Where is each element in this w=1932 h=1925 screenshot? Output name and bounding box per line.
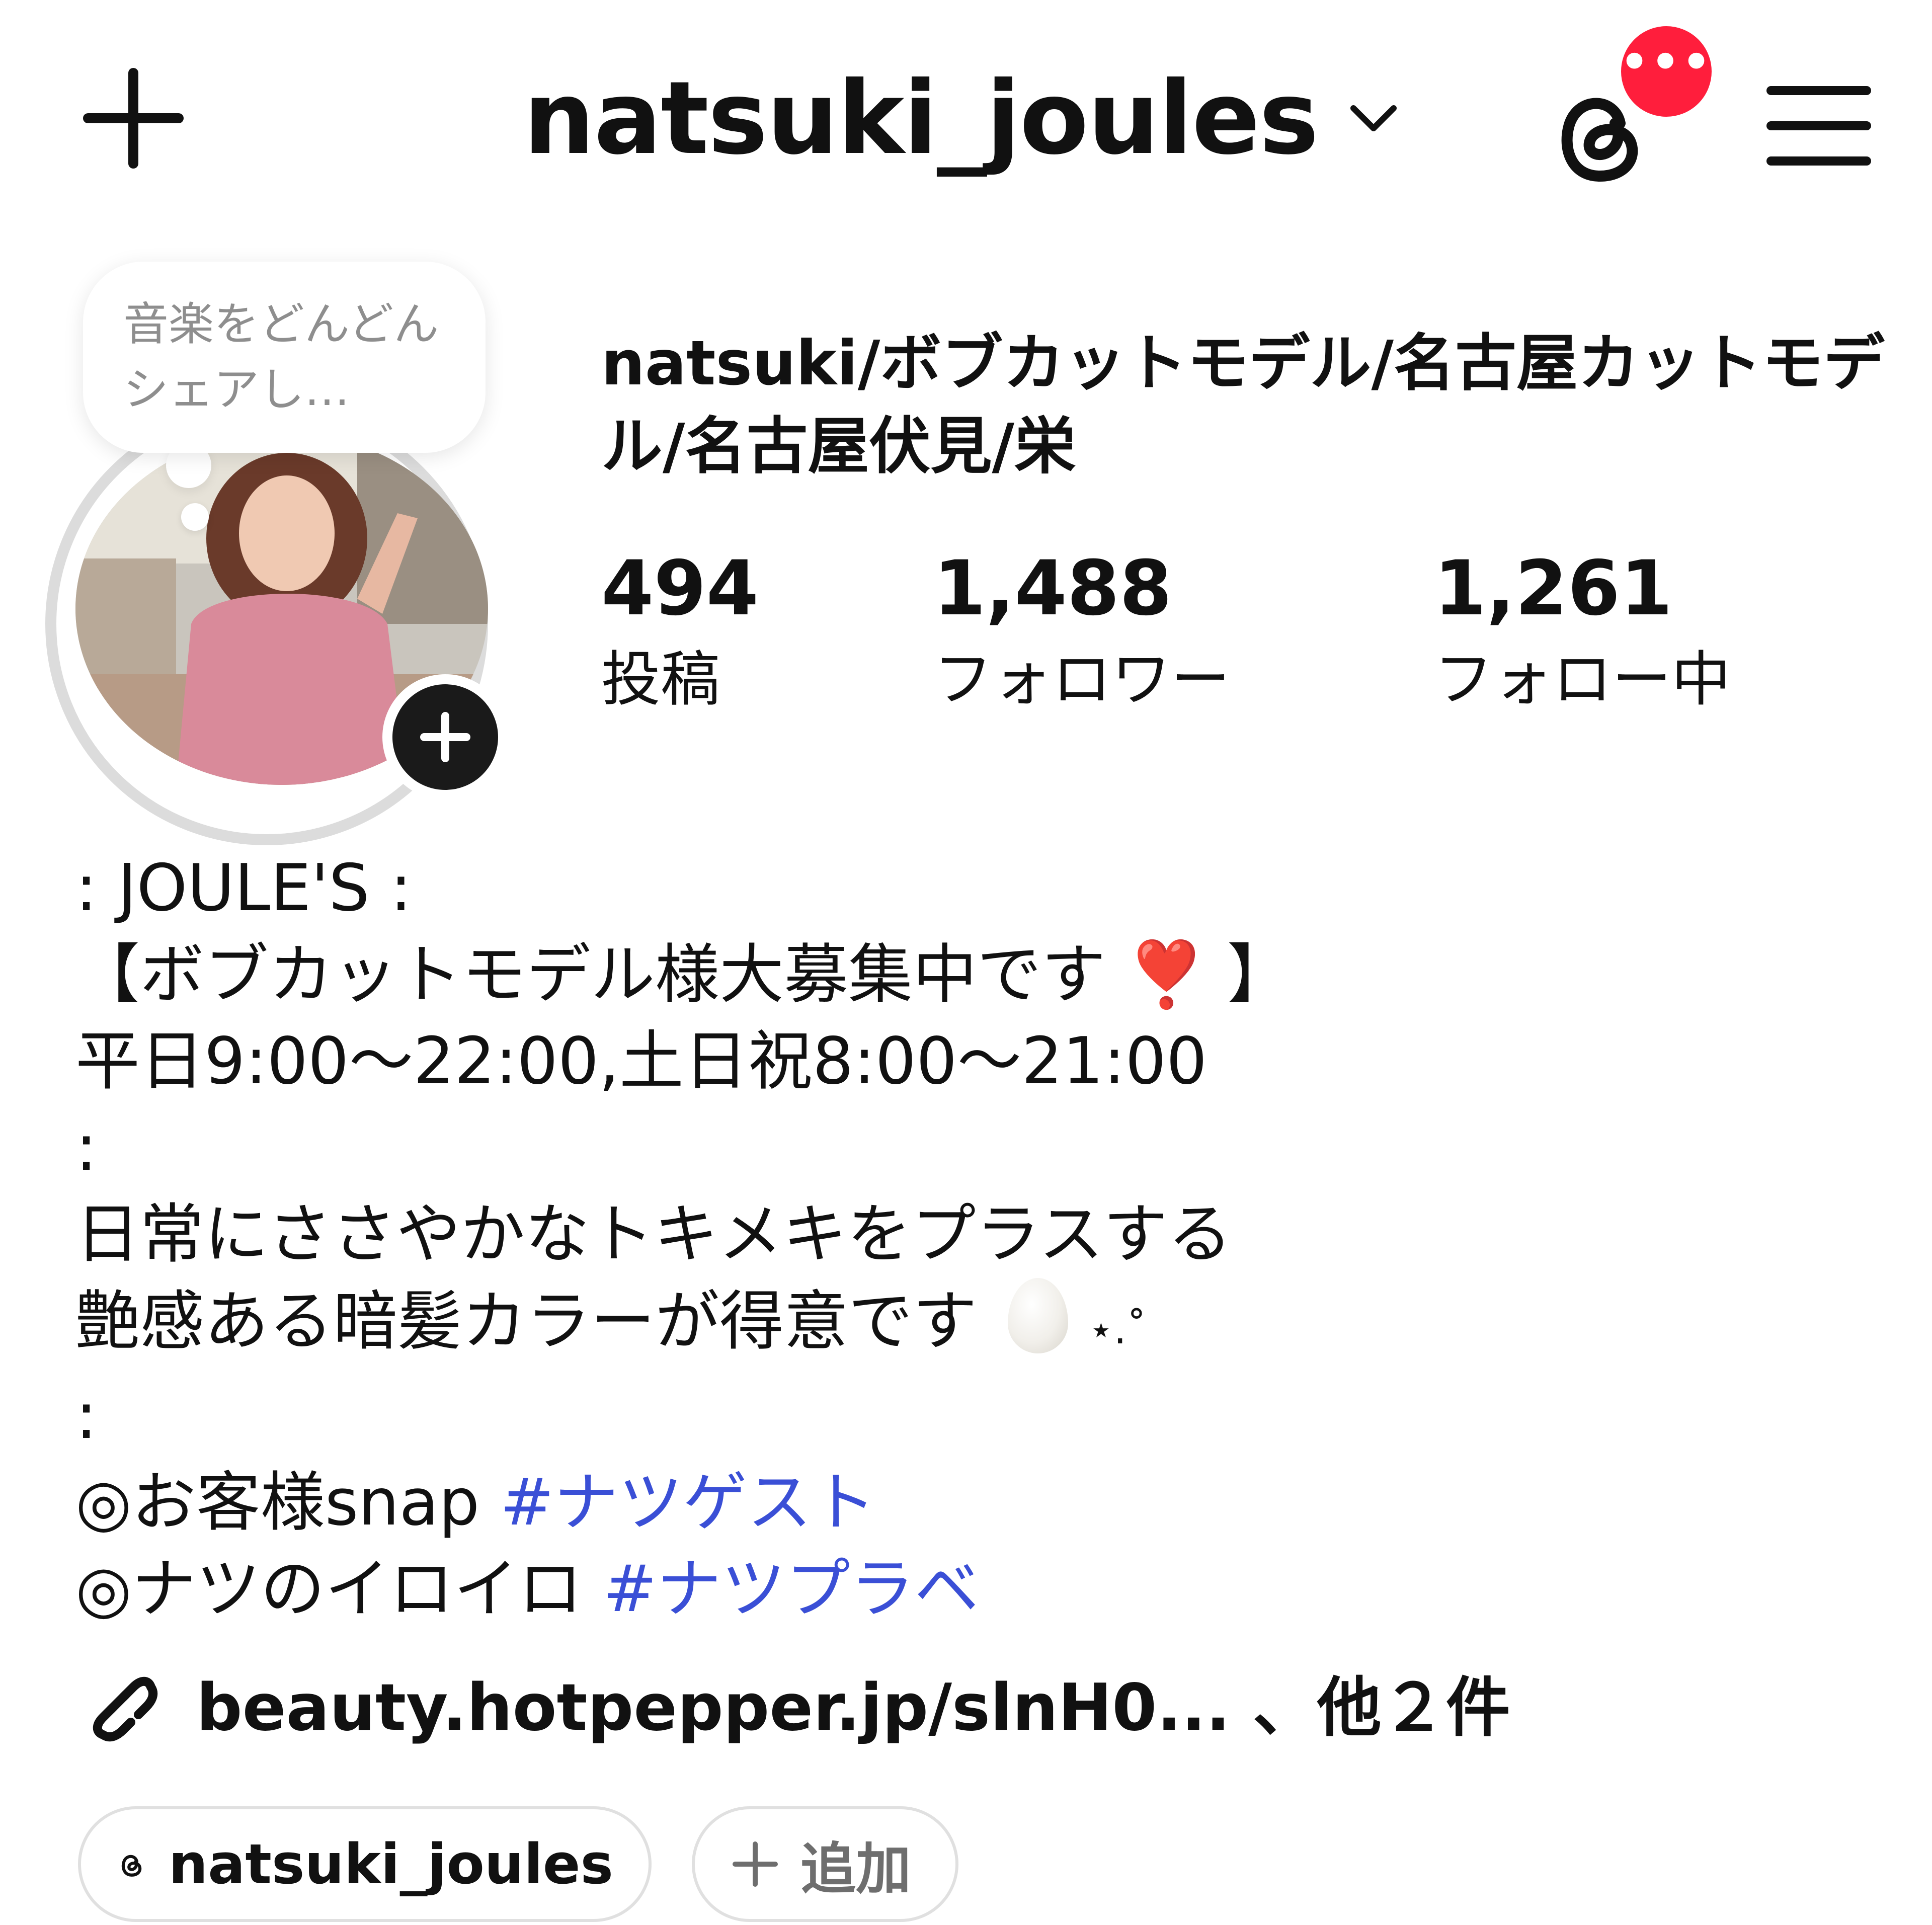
note-text: 音楽をどんどんシェアし… [123, 298, 439, 416]
account-switcher[interactable]: natsuki_joules [523, 59, 1404, 177]
add-story-button[interactable] [382, 674, 508, 800]
bio-line: : [75, 1379, 98, 1454]
threads-handle: natsuki_joules [168, 1832, 613, 1896]
hamburger-menu-icon [1766, 86, 1871, 166]
add-label: 追加 [800, 1837, 911, 1901]
bio-text: ◎お客様snap [75, 1465, 500, 1540]
posts-count: 494 [601, 545, 759, 632]
threads-icon [121, 1855, 142, 1877]
plus-icon [83, 68, 184, 169]
bio-text: 】 [1227, 937, 1292, 1012]
followers-count: 1,488 [933, 545, 1172, 632]
bio-line: 艶感ある暗髪カラーが得意です ⋆.˚ [75, 1278, 1786, 1373]
bio-line: 【ボブカットモデル様大募集中です ❣️ 】 [75, 932, 1786, 1018]
bio-line: : JOULE'S : [75, 851, 412, 926]
stat-posts: 494 投稿 [601, 543, 759, 719]
bio-line: 日常にささやかなトキメキをプラスする [75, 1197, 1232, 1272]
external-link[interactable]: beauty.hotpepper.jp/slnH0... 、他２件 [75, 1655, 1510, 1748]
plus-icon [420, 712, 470, 762]
notification-badge[interactable]: ••• [1615, 20, 1718, 123]
hashtag-link[interactable]: #ナツプラベ [603, 1552, 979, 1627]
bio-line: 平日9:00～22:00,土日祝8:00～21:00 [75, 1024, 1208, 1099]
note-bubble[interactable]: 音楽をどんどんシェアし… [83, 262, 486, 453]
note-bubble-tail-small [181, 503, 209, 531]
display-name: natsuki/ボブカットモデル/名古屋カットモデル/名古屋伏見/栄 [601, 328, 1885, 482]
create-button[interactable] [75, 60, 191, 176]
bio-text: ◎ナツのイロイロ [75, 1552, 603, 1627]
following-label: フォロー中 [1434, 645, 1731, 714]
following-count: 1,261 [1434, 545, 1673, 632]
threads-profile-chip[interactable]: natsuki_joules [78, 1806, 652, 1922]
bio-text: 【ボブカットモデル様大募集中です [75, 937, 1106, 1012]
posts-label: 投稿 [601, 645, 720, 714]
link-icon [93, 1676, 158, 1741]
bio: : JOULE'S : 【ボブカットモデル様大募集中です ❣️ 】 平日9:00… [75, 845, 1786, 1633]
bio-text: 艶感ある暗髪カラーが得意です [75, 1284, 978, 1359]
bio-line: : [75, 1110, 98, 1185]
bio-line: ◎お客様snap #ナツゲスト [75, 1460, 1786, 1546]
add-chip-button[interactable]: 追加 [692, 1806, 958, 1922]
hashtag-link[interactable]: #ナツゲスト [500, 1465, 876, 1540]
more-dots-icon: ••• [1620, 36, 1713, 89]
stat-followers[interactable]: 1,488 フォロワー [933, 543, 1230, 719]
bio-line: ◎ナツのイロイロ #ナツプラベ [75, 1546, 1786, 1633]
stat-following[interactable]: 1,261 フォロー中 [1434, 543, 1731, 719]
heart-exclamation-emoji: ❣️ [1126, 937, 1207, 1012]
menu-button[interactable] [1761, 75, 1877, 176]
egg-emoji-icon [1007, 1278, 1068, 1353]
chevron-down-icon [1350, 105, 1397, 131]
followers-label: フォロワー [933, 645, 1231, 714]
link-text: beauty.hotpepper.jp/slnH0... 、他２件 [196, 1670, 1510, 1745]
plus-icon [733, 1841, 778, 1887]
sparkle-text: ⋆.˚ [1088, 1306, 1147, 1353]
profile-username: natsuki_joules [523, 59, 1319, 177]
